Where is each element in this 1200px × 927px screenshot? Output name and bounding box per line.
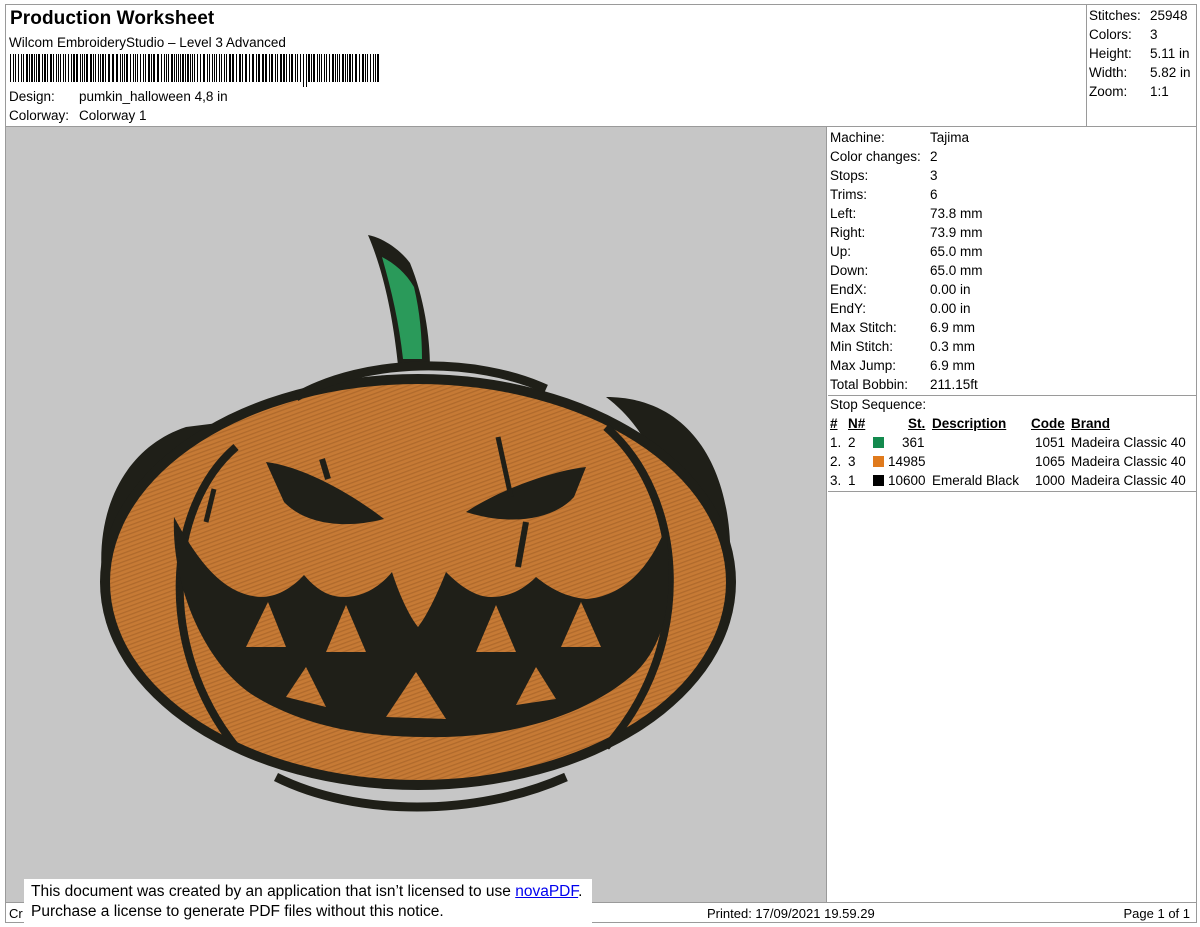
- design-label: Design:: [9, 89, 55, 104]
- machine-row: Machine: Tajima: [830, 130, 970, 145]
- license-notice: This document was created by an applicat…: [24, 879, 592, 924]
- stops-row: Stops: 3: [830, 168, 938, 183]
- design-stats: Stitches: 25948 Colors: 3 Height: 5.11 in W…: [1086, 5, 1196, 126]
- created-prefix: Cr: [9, 906, 23, 921]
- divider: [828, 491, 1196, 492]
- design-row: Design: pumkin_halloween 4,8 in: [9, 89, 228, 104]
- stop-needle: 2: [848, 435, 856, 450]
- min-stitch-row: Min Stitch: 0.3 mm: [830, 339, 976, 354]
- software-name: Wilcom EmbroideryStudio – Level 3 Advanc…: [9, 35, 286, 50]
- up-row: Up: 65.0 mm: [830, 244, 983, 259]
- page-title: Production Worksheet: [10, 8, 215, 29]
- color-swatch: [873, 437, 884, 448]
- max-jump-row: Max Jump: 6.9 mm: [830, 358, 976, 373]
- endy-row: EndY: 0.00 in: [830, 301, 971, 316]
- stop-code: 1000: [1035, 473, 1066, 488]
- col-header-stitches: St.: [908, 416, 926, 431]
- col-header-num: #: [830, 416, 838, 431]
- left-row: Left: 73.8 mm: [830, 206, 983, 221]
- stop-stitches: 14985: [888, 454, 926, 469]
- down-row: Down: 65.0 mm: [830, 263, 983, 278]
- col-header-needle: N#: [848, 416, 866, 431]
- color-changes-row: Color changes: 2: [830, 149, 938, 164]
- stop-needle: 1: [848, 473, 856, 488]
- stop-code: 1051: [1035, 435, 1066, 450]
- stat-zoom: Zoom: 1:1: [1089, 84, 1169, 99]
- max-stitch-row: Max Stitch: 6.9 mm: [830, 320, 976, 335]
- color-swatch: [873, 456, 884, 467]
- worksheet: Production Worksheet Wilcom EmbroiderySt…: [5, 4, 1197, 923]
- stop-brand: Madeira Classic 40: [1071, 435, 1186, 450]
- stat-height: Height: 5.11 in: [1089, 46, 1190, 61]
- stat-width: Width: 5.82 in: [1089, 65, 1191, 80]
- stop-sequence-title: Stop Sequence:: [830, 397, 927, 412]
- stop-description: Emerald Black: [932, 473, 1020, 488]
- design-preview: [6, 127, 827, 902]
- pumpkin-embroidery-image: [100, 235, 736, 812]
- stat-colors: Colors: 3: [1089, 27, 1158, 42]
- endx-row: EndX: 0.00 in: [830, 282, 971, 297]
- stop-brand: Madeira Classic 40: [1071, 454, 1186, 469]
- notice-line-1: This document was created by an applicat…: [31, 883, 583, 900]
- colorway-label: Colorway:: [9, 108, 70, 123]
- printed-date: Printed: 17/09/2021 19.59.29: [707, 906, 875, 921]
- col-header-description: Description: [932, 416, 1007, 431]
- stop-stitches: 361: [902, 435, 925, 450]
- col-header-brand: Brand: [1071, 416, 1111, 431]
- right-row: Right: 73.9 mm: [830, 225, 983, 240]
- stop-num: 3.: [830, 473, 842, 488]
- col-header-code: Code: [1031, 416, 1065, 431]
- stop-code: 1065: [1035, 454, 1066, 469]
- trims-row: Trims: 6: [830, 187, 938, 202]
- stat-stitches: Stitches: 25948: [1089, 8, 1188, 23]
- color-swatch: [873, 475, 884, 486]
- stop-needle: 3: [848, 454, 856, 469]
- header: Production Worksheet Wilcom EmbroiderySt…: [6, 5, 1196, 127]
- stop-brand: Madeira Classic 40: [1071, 473, 1186, 488]
- design-value: pumkin_halloween 4,8 in: [79, 89, 228, 104]
- notice-line-2: Purchase a license to generate PDF files…: [31, 903, 444, 920]
- total-bobbin-row: Total Bobbin: 211.15ft: [830, 377, 978, 392]
- barcode: [10, 54, 379, 87]
- page-number: Page 1 of 1: [1123, 906, 1191, 921]
- stop-stitches: 10600: [888, 473, 926, 488]
- info-panel: Machine: Tajima Color changes: 2 Stops: 3 T…: [828, 127, 1196, 902]
- novapdf-link[interactable]: novaPDF: [515, 883, 578, 900]
- stop-num: 2.: [830, 454, 842, 469]
- divider: [828, 395, 1196, 396]
- stop-num: 1.: [830, 435, 842, 450]
- colorway-value: Colorway 1: [79, 108, 147, 123]
- colorway-row: Colorway: Colorway 1: [9, 108, 147, 123]
